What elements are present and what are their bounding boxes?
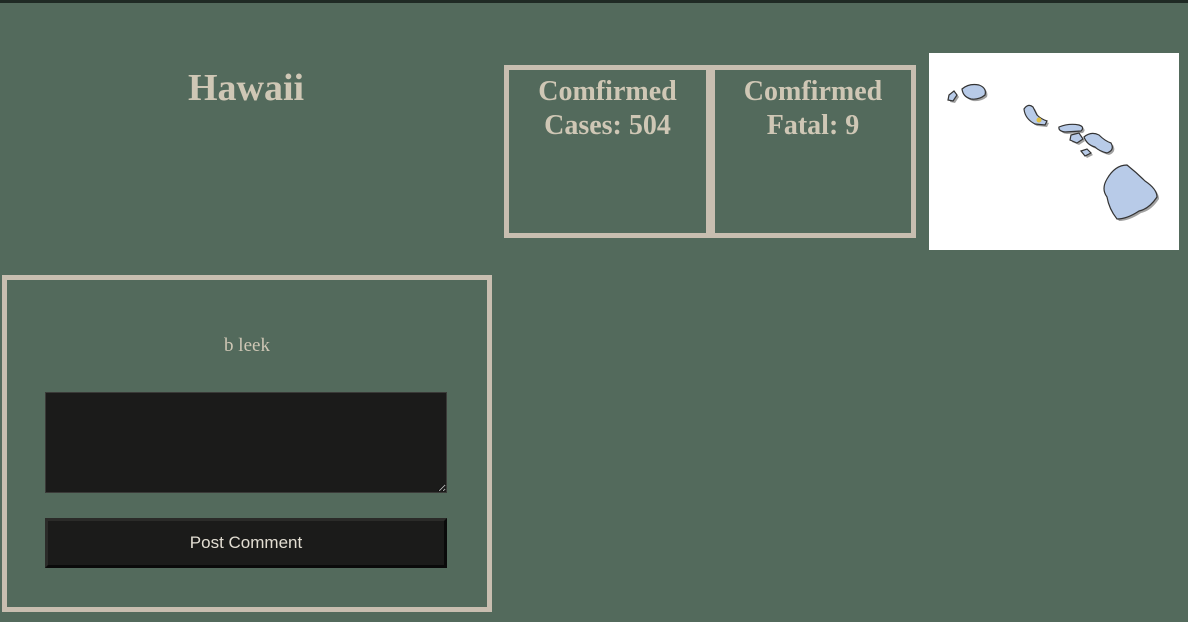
oahu-island [1023, 104, 1048, 126]
confirmed-cases-value: Cases: 504 [544, 110, 671, 141]
confirmed-fatal-value: Fatal: 9 [766, 110, 860, 141]
comment-textarea[interactable] [45, 392, 447, 493]
hawaii-map-icon [947, 83, 1159, 221]
state-title: Hawaii [187, 67, 305, 109]
state-map [929, 53, 1179, 250]
comment-panel: b leek Post Comment [2, 275, 492, 612]
molokai-island [1058, 123, 1084, 133]
confirmed-cases-box: Comfirmed Cases: 504 [504, 65, 711, 238]
comment-username: b leek [224, 335, 270, 356]
kauai-island [961, 83, 986, 100]
confirmed-cases-heading: Comfirmed [538, 76, 677, 107]
hawaii-big-island [1103, 164, 1158, 220]
confirmed-fatal-box: Comfirmed Fatal: 9 [710, 65, 916, 238]
post-comment-button[interactable]: Post Comment [45, 518, 447, 568]
confirmed-fatal-heading: Comfirmed [743, 76, 883, 107]
honolulu-marker [1036, 117, 1042, 123]
top-border [0, 0, 1188, 3]
